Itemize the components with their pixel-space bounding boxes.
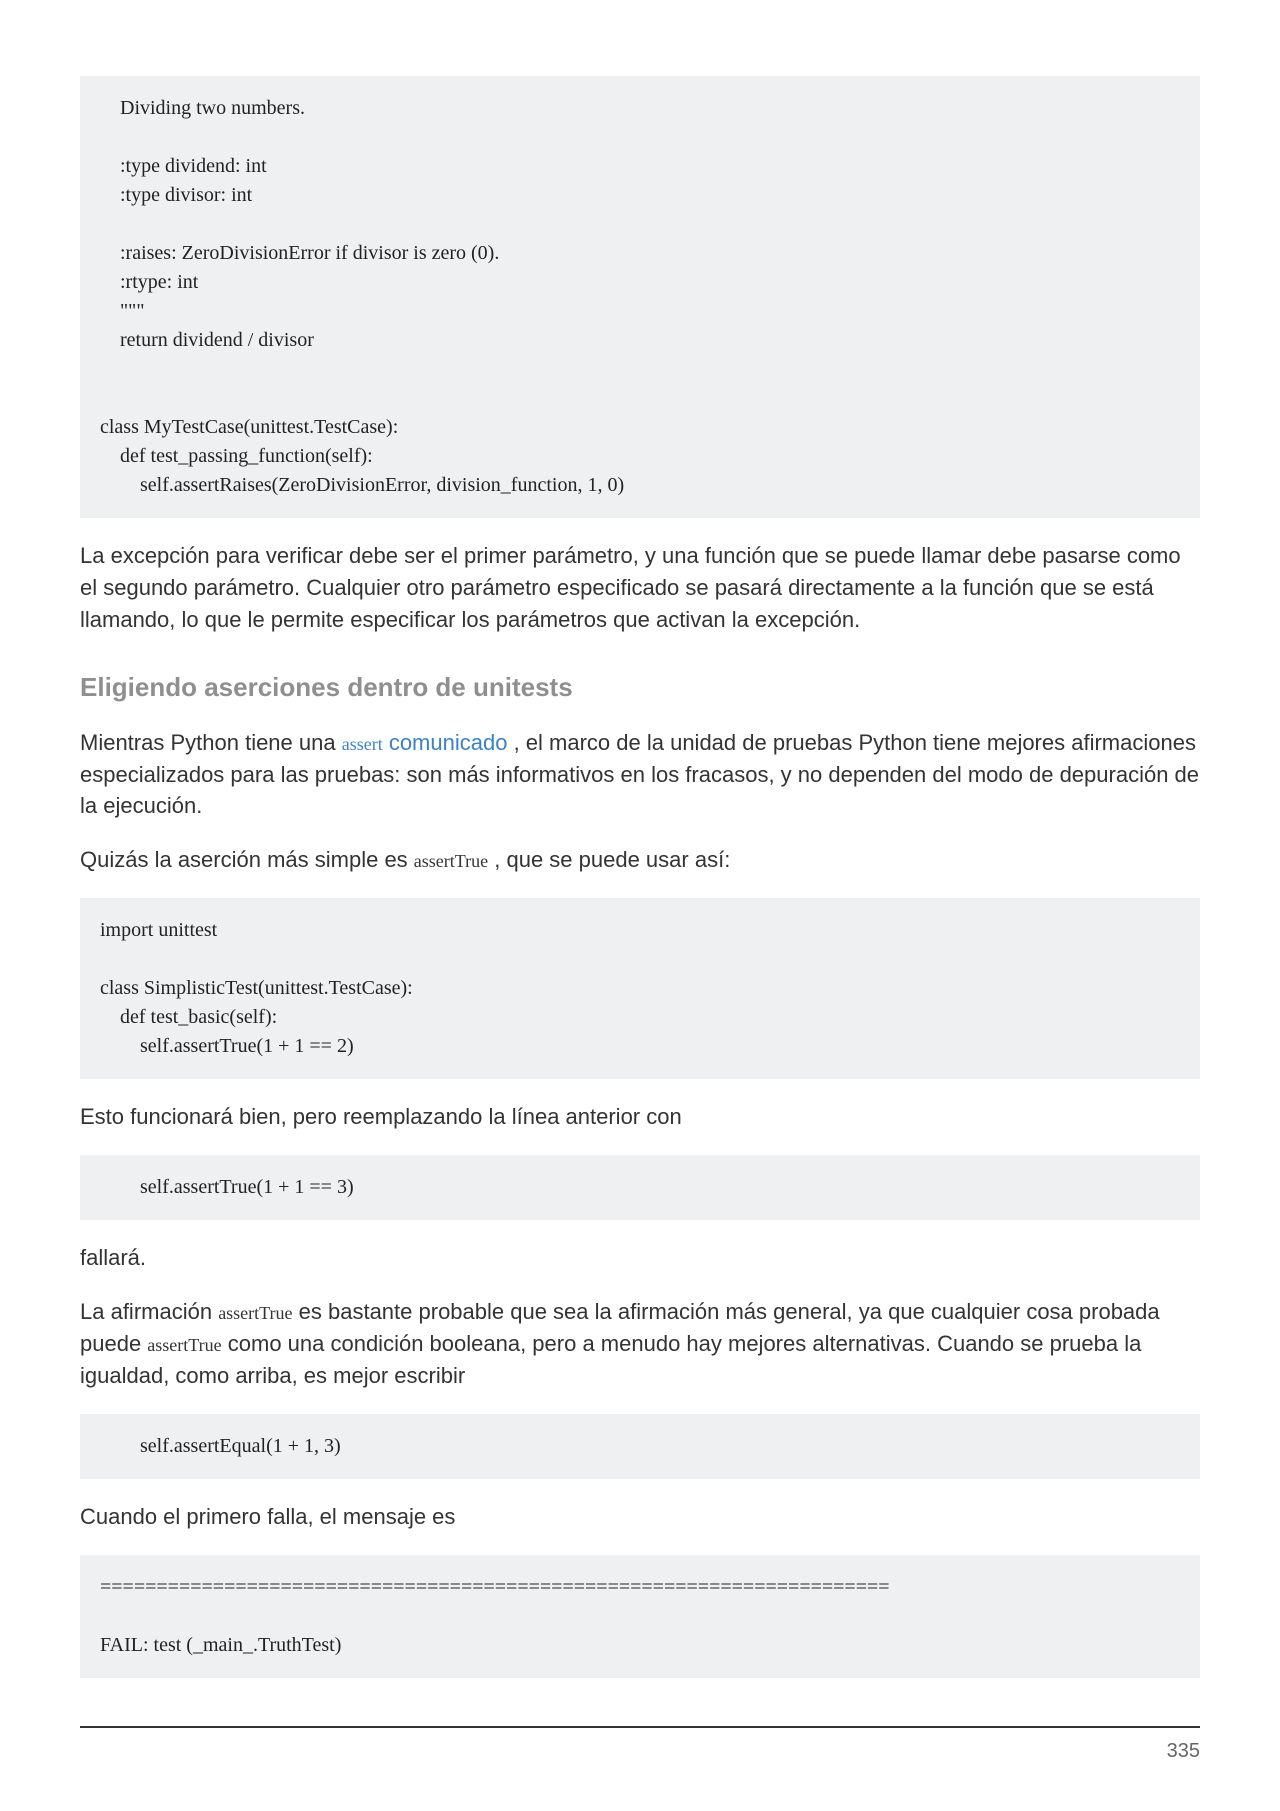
footer-divider: [80, 1726, 1200, 1728]
link-comunicado[interactable]: comunicado: [383, 730, 508, 755]
code-block-2: import unittest class SimplisticTest(uni…: [80, 898, 1200, 1079]
heading-assertions: Eligiendo aserciones dentro de unitests: [80, 672, 1200, 703]
paragraph-fail: fallará.: [80, 1242, 1200, 1274]
page-number: 335: [80, 1740, 1200, 1763]
paragraph-first-fails: Cuando el primero falla, el mensaje es: [80, 1501, 1200, 1533]
code-block-1: Dividing two numbers. :type dividend: in…: [80, 76, 1200, 518]
paragraph-assert-intro: Mientras Python tiene una assert comunic…: [80, 727, 1200, 823]
inline-code-asserttrue-3: assertTrue: [147, 1335, 221, 1355]
page-footer: 335: [80, 1726, 1200, 1763]
paragraph-asserttrue-general: La afirmación assertTrue es bastante pro…: [80, 1296, 1200, 1392]
text: Quizás la aserción más simple es: [80, 847, 414, 872]
text: Mientras Python tiene una: [80, 730, 342, 755]
text: , que se puede usar así:: [488, 847, 730, 872]
paragraph-exception: La excepción para verificar debe ser el …: [80, 540, 1200, 636]
code-block-3: self.assertTrue(1 + 1 == 3): [80, 1155, 1200, 1220]
paragraph-asserttrue-intro: Quizás la aserción más simple es assertT…: [80, 844, 1200, 876]
link-assert-small[interactable]: assert: [342, 734, 383, 754]
code-block-4: self.assertEqual(1 + 1, 3): [80, 1414, 1200, 1479]
inline-code-asserttrue: assertTrue: [414, 851, 488, 871]
code-block-5: ========================================…: [80, 1555, 1200, 1678]
text: La afirmación: [80, 1299, 218, 1324]
text: como una condición booleana, pero a menu…: [80, 1331, 1141, 1388]
paragraph-replace: Esto funcionará bien, pero reemplazando …: [80, 1101, 1200, 1133]
page: Dividing two numbers. :type dividend: in…: [0, 0, 1280, 1811]
inline-code-asserttrue-2: assertTrue: [218, 1303, 292, 1323]
